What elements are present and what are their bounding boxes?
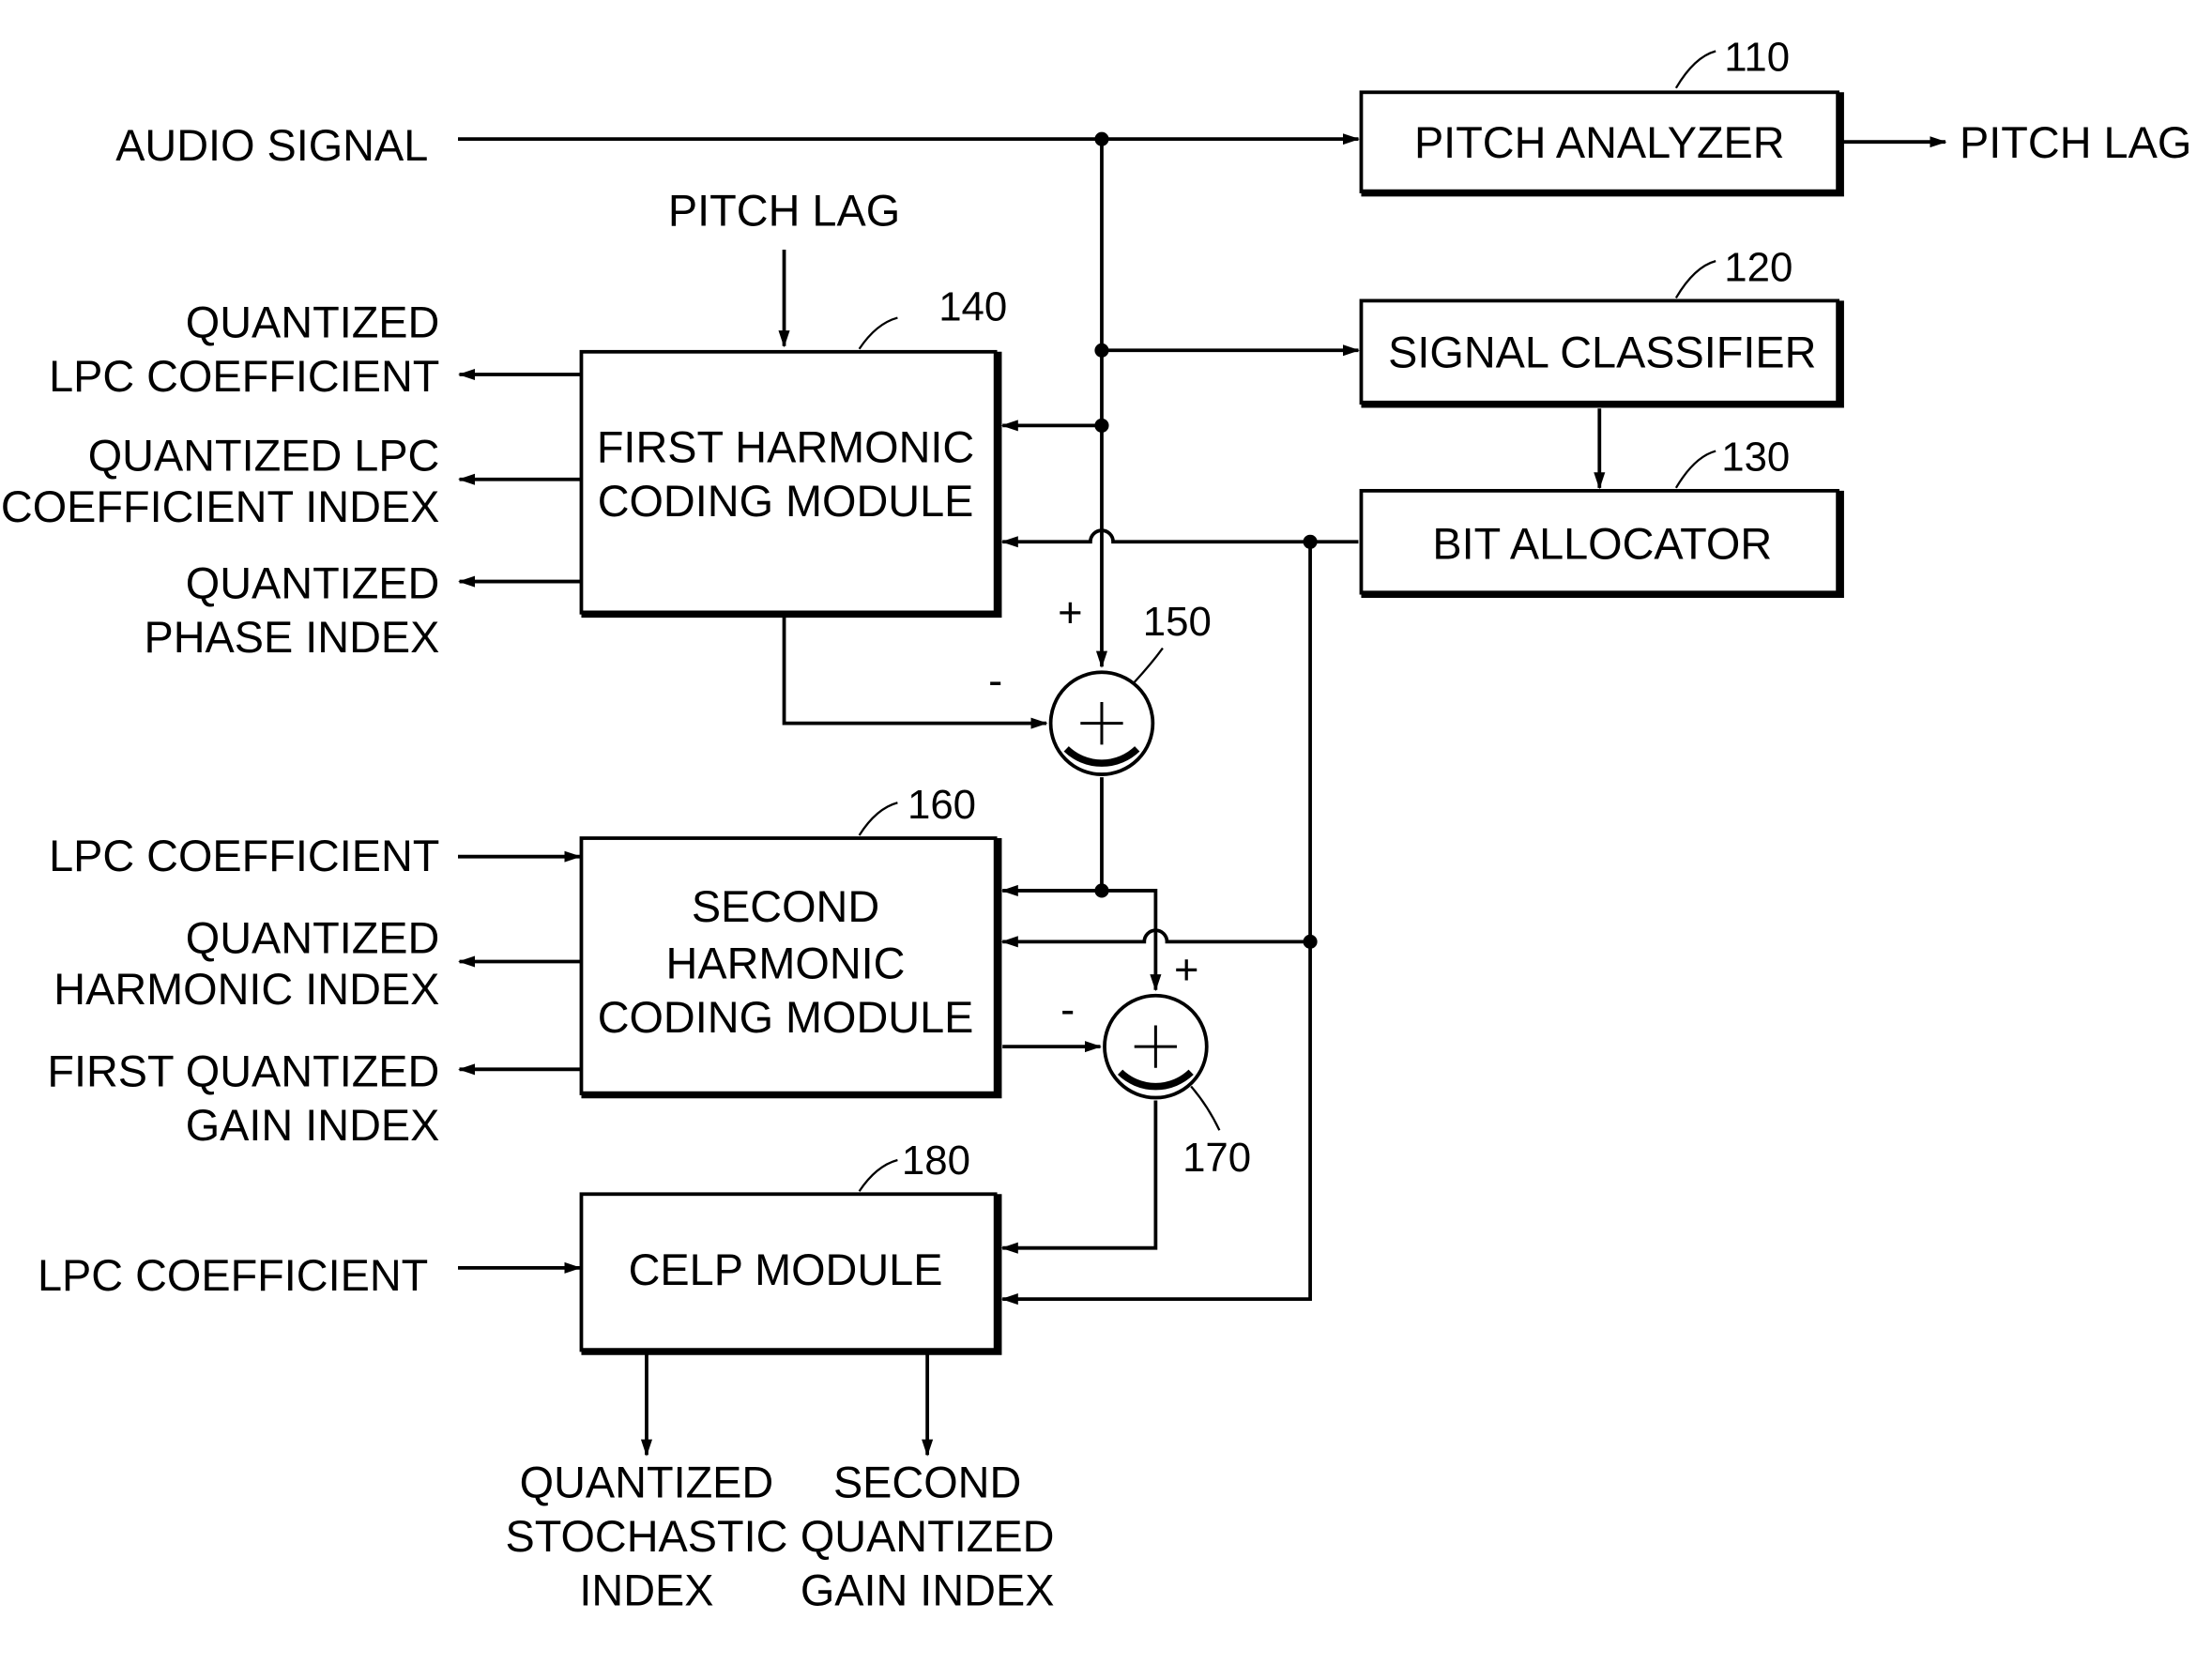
junction-dot xyxy=(1094,418,1109,433)
first-harmonic-ref: 140 xyxy=(938,284,1007,330)
second-harmonic-title-line-1: SECOND xyxy=(692,882,879,931)
quantized-lpc-coefficient-index-label-line-1: QUANTIZED LPC xyxy=(88,432,440,481)
adder-170-minus-sign: - xyxy=(1060,985,1075,1033)
celp-module-title: CELP MODULE xyxy=(629,1245,943,1294)
celp-module-ref: 180 xyxy=(902,1138,970,1184)
pitch-analyzer-title: PITCH ANALYZER xyxy=(1414,118,1785,167)
bit-allocator-title: BIT ALLOCATOR xyxy=(1432,519,1772,568)
quantized-lpc-coefficient-index-label-line-2: COEFFICIENT INDEX xyxy=(1,482,439,531)
signal-labels: AUDIO SIGNAL PITCH LAG PITCH LAG QUANTIZ… xyxy=(1,118,2191,1615)
adder-170-plus-sign: + xyxy=(1174,946,1198,994)
pitch-analyzer-block: PITCH ANALYZER 110 xyxy=(1359,35,1844,197)
wire-adder-150-out xyxy=(1000,777,1104,896)
pitch-lag-input-label: PITCH LAG xyxy=(668,186,900,235)
quantized-phase-index-label-line-1: QUANTIZED xyxy=(186,559,440,608)
quantized-harmonic-index-label-line-2: HARMONIC INDEX xyxy=(53,965,439,1014)
first-quantized-gain-index-label-line-2: GAIN INDEX xyxy=(186,1101,440,1150)
celp-module-block: CELP MODULE 180 xyxy=(579,1138,1002,1355)
wire-fh-to-adder-150 xyxy=(782,615,1048,729)
wire-adder-170-to-celp xyxy=(1000,1100,1158,1254)
lpc-coefficient-label-2: LPC COEFFICIENT xyxy=(38,1251,428,1300)
signal-classifier-title: SIGNAL CLASSIFIER xyxy=(1388,328,1816,376)
pitch-lag-output-label: PITCH LAG xyxy=(1960,118,2191,167)
quantized-lpc-coefficient-label-line-2: LPC COEFFICIENT xyxy=(49,352,439,401)
first-quantized-gain-index-label-line-1: FIRST QUANTIZED xyxy=(47,1046,439,1095)
signal-classifier-ref: 120 xyxy=(1724,244,1792,290)
second-harmonic-ref: 160 xyxy=(908,782,976,828)
first-harmonic-title-line-2: CODING MODULE xyxy=(598,477,974,526)
audio-signal-label: AUDIO SIGNAL xyxy=(115,121,428,170)
pitch-analyzer-ref: 110 xyxy=(1724,35,1790,81)
junction-dot xyxy=(1094,343,1109,358)
audio-encoder-block-diagram: PITCH ANALYZER 110 SIGNAL CLASSIFIER 120… xyxy=(1,35,2191,1615)
junction-dot xyxy=(1094,883,1109,898)
second-quantized-gain-index-label-line-2: QUANTIZED xyxy=(801,1512,1055,1561)
second-harmonic-coding-module-block: SECOND HARMONIC CODING MODULE 160 xyxy=(579,782,1002,1099)
quantized-lpc-coefficient-label-line-1: QUANTIZED xyxy=(186,298,440,347)
quantized-stochastic-index-label-line-2: STOCHASTIC xyxy=(505,1512,787,1561)
second-harmonic-title-line-3: CODING MODULE xyxy=(598,993,974,1042)
quantized-phase-index-label-line-2: PHASE INDEX xyxy=(144,613,439,662)
first-harmonic-coding-module-block: FIRST HARMONIC CODING MODULE 140 xyxy=(579,284,1007,619)
adder-170-ref: 170 xyxy=(1182,1135,1251,1181)
junction-dot xyxy=(1303,934,1318,949)
second-quantized-gain-index-label-line-3: GAIN INDEX xyxy=(801,1566,1055,1614)
lpc-coefficient-label-1: LPC COEFFICIENT xyxy=(49,832,439,880)
second-quantized-gain-index-label-line-1: SECOND xyxy=(833,1459,1021,1507)
first-harmonic-title-line-1: FIRST HARMONIC xyxy=(597,423,974,472)
second-harmonic-title-line-2: HARMONIC xyxy=(666,939,906,988)
adder-150-ref: 150 xyxy=(1143,599,1212,645)
adder-150-minus-sign: - xyxy=(988,656,1002,704)
quantized-harmonic-index-label-line-1: QUANTIZED xyxy=(186,913,440,962)
junction-dot xyxy=(1303,534,1318,549)
junction-dot xyxy=(1094,131,1109,146)
adder-150: + - 150 xyxy=(988,588,1212,776)
quantized-stochastic-index-label-line-3: INDEX xyxy=(579,1566,713,1614)
signal-classifier-block: SIGNAL CLASSIFIER 120 xyxy=(1359,244,1844,408)
bit-allocator-ref: 130 xyxy=(1721,435,1790,481)
adder-150-plus-sign: + xyxy=(1058,588,1082,636)
quantized-stochastic-index-label-line-1: QUANTIZED xyxy=(520,1459,774,1507)
